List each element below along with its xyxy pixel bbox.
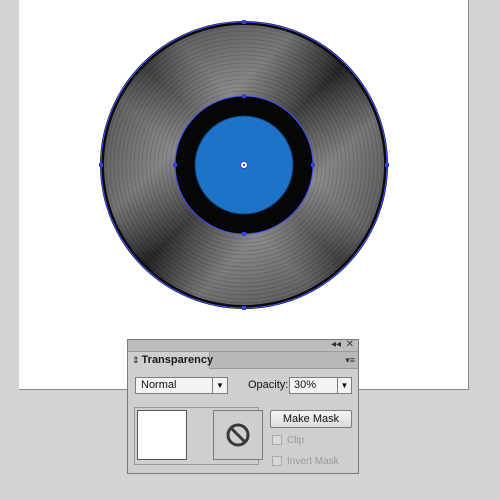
- artboard: [19, 0, 469, 390]
- expand-options-icon[interactable]: ⇕: [132, 355, 140, 365]
- mask-thumbnail[interactable]: [213, 410, 263, 460]
- invert-mask-option[interactable]: Invert Mask: [272, 455, 339, 468]
- transparency-panel: ◂◂ ✕ ⇕ Transparency ▾≡ Normal ▼ Opacity: …: [127, 339, 359, 474]
- tab-transparency[interactable]: ⇕ Transparency: [128, 352, 213, 369]
- panel-menu-icon[interactable]: ▾≡: [345, 354, 355, 366]
- opacity-input[interactable]: 30% ▼: [289, 377, 352, 394]
- clip-option[interactable]: Clip: [272, 434, 304, 447]
- invert-mask-label: Invert Mask: [287, 456, 339, 467]
- opacity-label: Opacity:: [248, 379, 289, 391]
- thumbnail-group: [134, 407, 263, 465]
- collapse-panel-icon[interactable]: ◂◂: [331, 339, 341, 350]
- make-mask-button[interactable]: Make Mask: [270, 410, 352, 428]
- invert-mask-checkbox[interactable]: [272, 456, 282, 467]
- tab-transparency-label: Transparency: [141, 354, 214, 366]
- blend-mode-value: Normal: [141, 379, 177, 391]
- no-mask-icon: [226, 423, 250, 447]
- object-thumbnail[interactable]: [137, 410, 187, 460]
- chevron-down-icon[interactable]: ▼: [212, 378, 227, 393]
- close-panel-icon[interactable]: ✕: [346, 339, 354, 350]
- blend-mode-dropdown[interactable]: Normal ▼: [135, 377, 228, 394]
- vinyl-record-artwork[interactable]: [19, 0, 469, 390]
- opacity-value: 30%: [294, 379, 317, 391]
- panel-tab-row: ⇕ Transparency ▾≡: [128, 352, 358, 369]
- panel-title-bar[interactable]: ◂◂ ✕: [128, 339, 358, 352]
- clip-label: Clip: [287, 435, 305, 446]
- chevron-down-icon[interactable]: ▼: [337, 378, 351, 393]
- clip-checkbox[interactable]: [272, 435, 282, 446]
